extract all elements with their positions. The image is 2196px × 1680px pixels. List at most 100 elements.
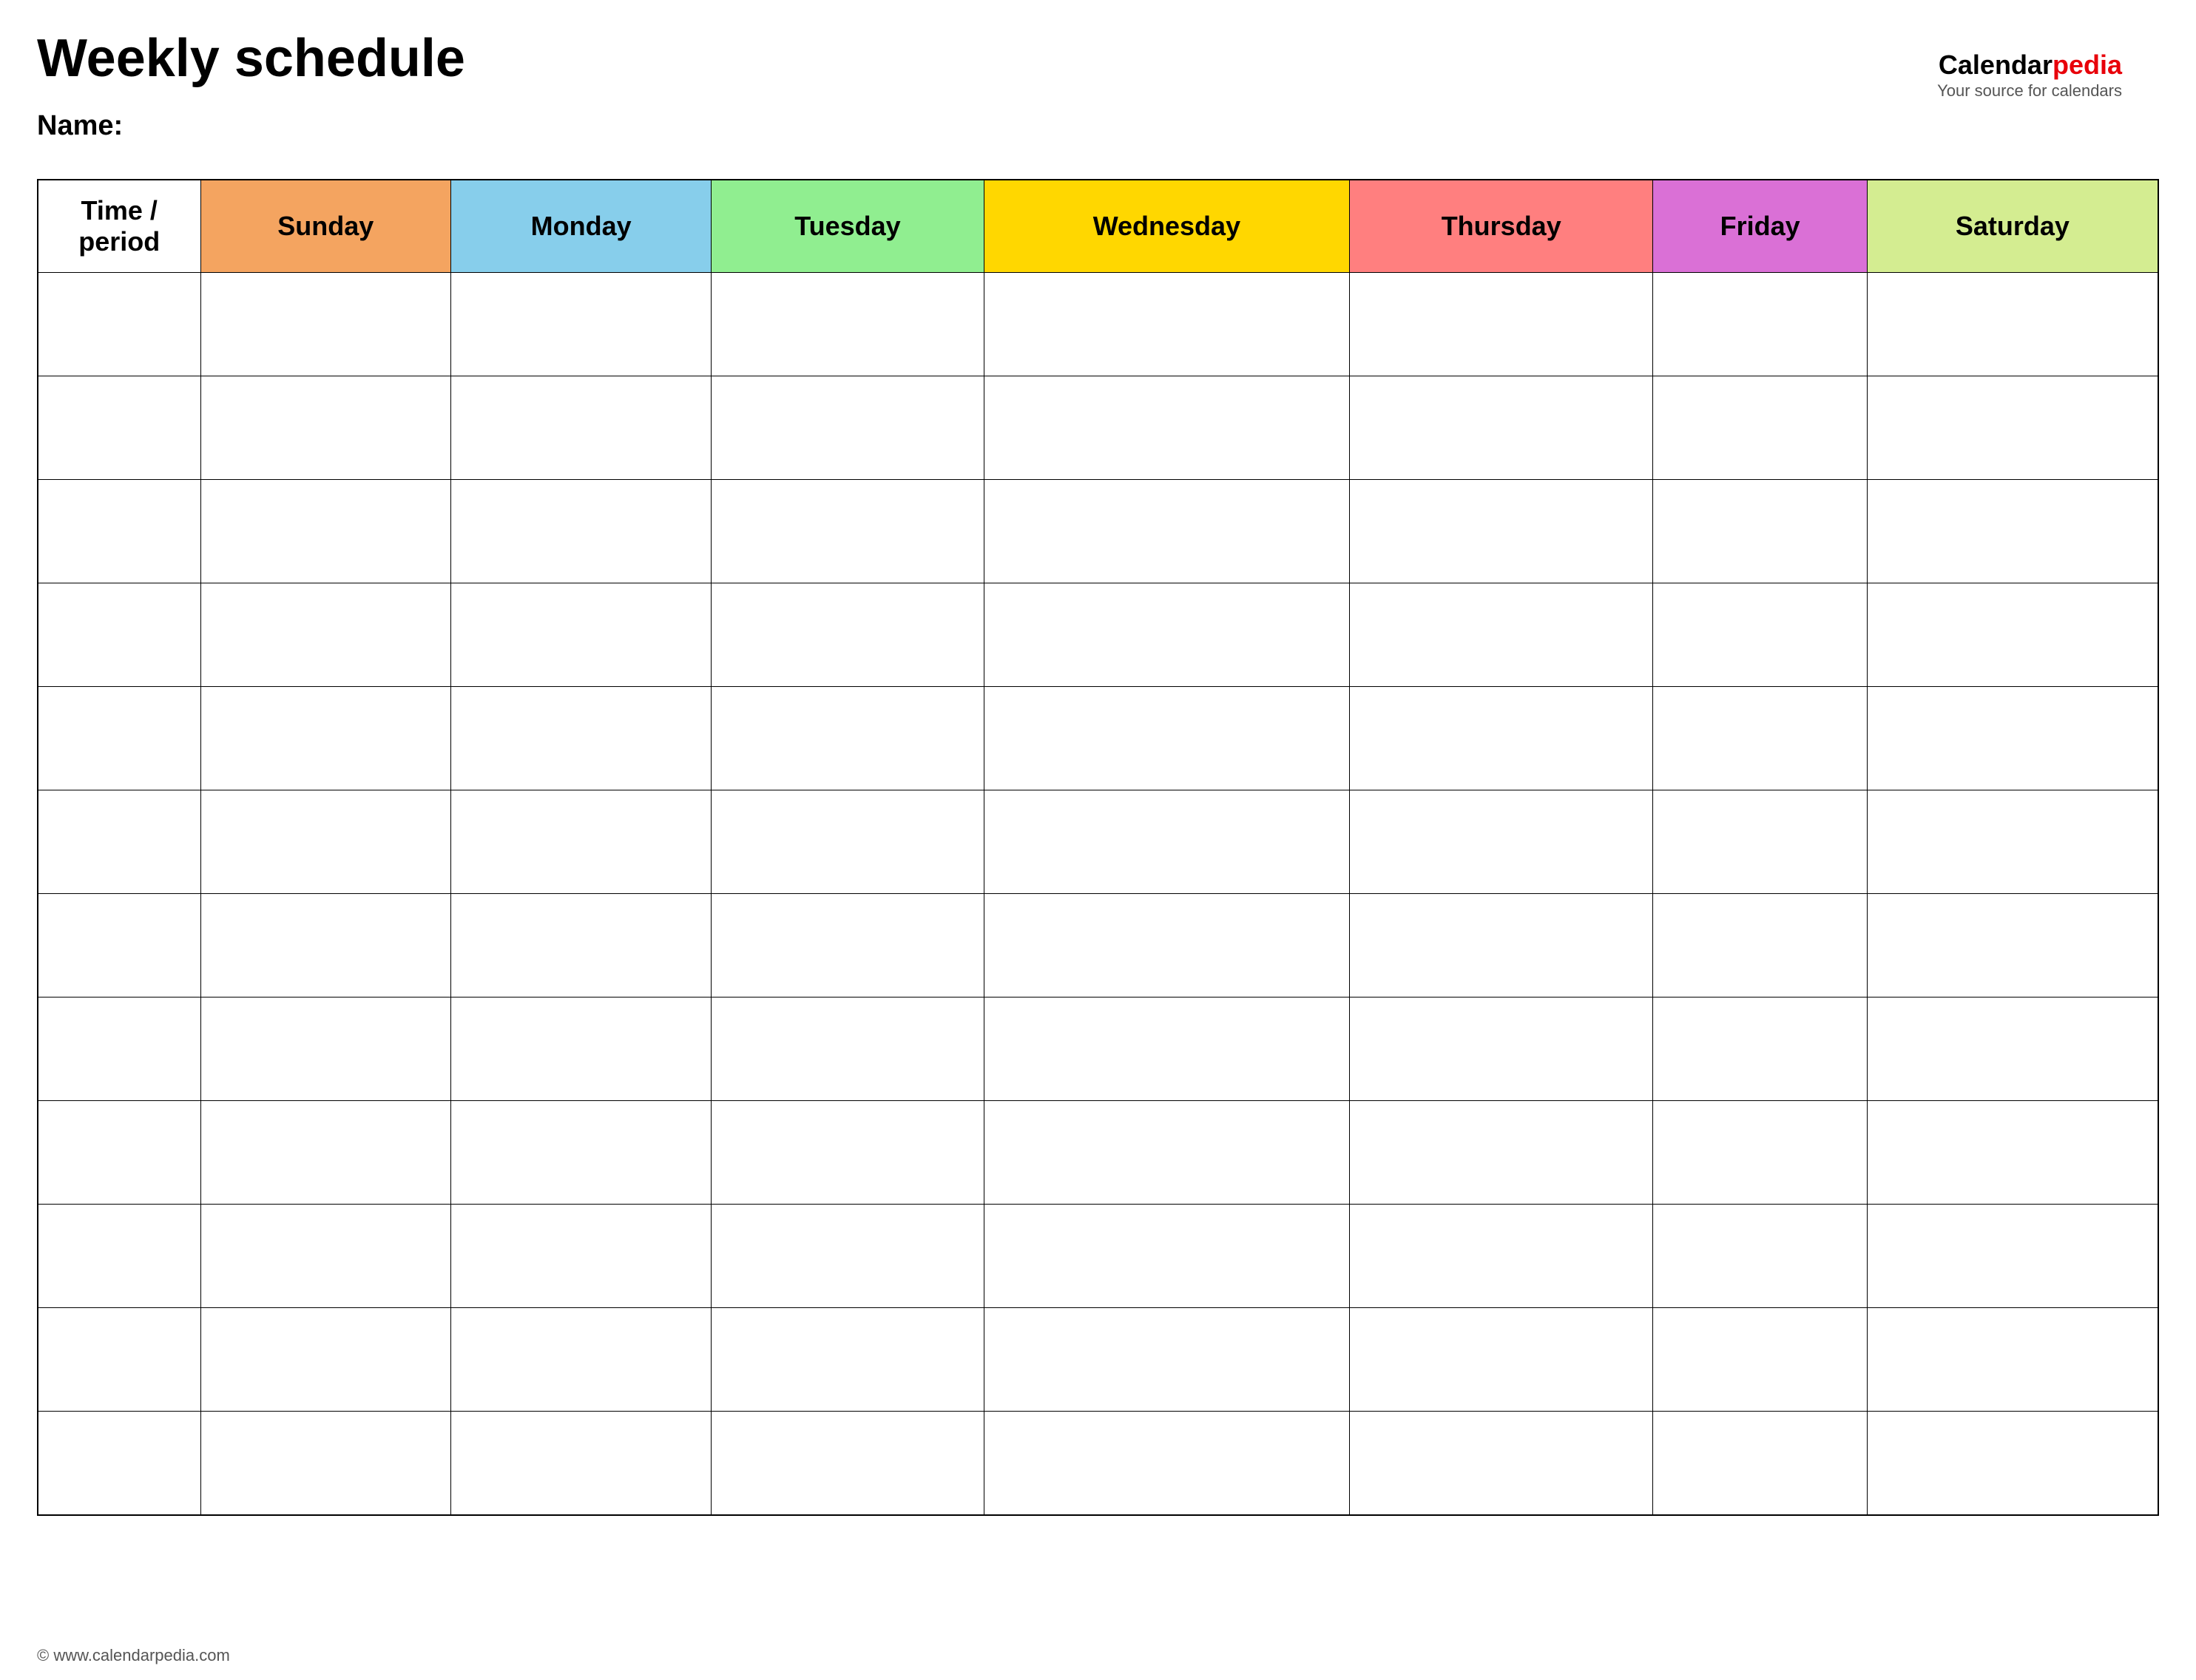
wednesday-cell[interactable] [984,1205,1349,1308]
friday-cell[interactable] [1653,273,1867,376]
sunday-cell[interactable] [200,1308,451,1412]
time-cell[interactable] [38,790,200,894]
monday-cell[interactable] [451,1101,712,1205]
friday-cell[interactable] [1653,1412,1867,1515]
tuesday-cell[interactable] [712,583,984,687]
monday-cell[interactable] [451,583,712,687]
wednesday-cell[interactable] [984,480,1349,583]
monday-cell[interactable] [451,1308,712,1412]
sunday-cell[interactable] [200,376,451,480]
time-cell[interactable] [38,1412,200,1515]
thursday-cell[interactable] [1350,894,1653,998]
thursday-cell[interactable] [1350,376,1653,480]
thursday-cell[interactable] [1350,480,1653,583]
friday-cell[interactable] [1653,376,1867,480]
sunday-cell[interactable] [200,1412,451,1515]
sunday-cell[interactable] [200,1205,451,1308]
saturday-cell[interactable] [1867,998,2158,1101]
sunday-cell[interactable] [200,1101,451,1205]
tuesday-cell[interactable] [712,998,984,1101]
saturday-cell[interactable] [1867,1412,2158,1515]
table-row [38,790,2158,894]
logo-brand-part2: pedia [2053,50,2122,80]
wednesday-cell[interactable] [984,1101,1349,1205]
tuesday-cell[interactable] [712,687,984,790]
sunday-cell[interactable] [200,583,451,687]
monday-cell[interactable] [451,998,712,1101]
time-cell[interactable] [38,273,200,376]
wednesday-cell[interactable] [984,894,1349,998]
thursday-cell[interactable] [1350,1308,1653,1412]
friday-cell[interactable] [1653,790,1867,894]
monday-cell[interactable] [451,687,712,790]
monday-cell[interactable] [451,480,712,583]
monday-cell[interactable] [451,894,712,998]
wednesday-cell[interactable] [984,998,1349,1101]
saturday-cell[interactable] [1867,687,2158,790]
tuesday-cell[interactable] [712,1101,984,1205]
sunday-cell[interactable] [200,687,451,790]
friday-cell[interactable] [1653,1205,1867,1308]
wednesday-cell[interactable] [984,583,1349,687]
thursday-cell[interactable] [1350,1412,1653,1515]
time-cell[interactable] [38,998,200,1101]
saturday-cell[interactable] [1867,273,2158,376]
wednesday-cell[interactable] [984,790,1349,894]
friday-cell[interactable] [1653,1308,1867,1412]
sunday-cell[interactable] [200,480,451,583]
time-cell[interactable] [38,687,200,790]
sunday-cell[interactable] [200,998,451,1101]
saturday-cell[interactable] [1867,790,2158,894]
time-cell[interactable] [38,894,200,998]
thursday-cell[interactable] [1350,687,1653,790]
sunday-cell[interactable] [200,790,451,894]
friday-cell[interactable] [1653,1101,1867,1205]
saturday-cell[interactable] [1867,583,2158,687]
time-cell[interactable] [38,480,200,583]
saturday-cell[interactable] [1867,1101,2158,1205]
monday-cell[interactable] [451,273,712,376]
friday-cell[interactable] [1653,583,1867,687]
wednesday-cell[interactable] [984,687,1349,790]
thursday-cell[interactable] [1350,790,1653,894]
sunday-cell[interactable] [200,273,451,376]
thursday-cell[interactable] [1350,1205,1653,1308]
tuesday-cell[interactable] [712,1308,984,1412]
friday-cell[interactable] [1653,894,1867,998]
tuesday-cell[interactable] [712,790,984,894]
thursday-cell[interactable] [1350,583,1653,687]
tuesday-cell[interactable] [712,273,984,376]
monday-cell[interactable] [451,376,712,480]
sunday-cell[interactable] [200,894,451,998]
wednesday-cell[interactable] [984,273,1349,376]
wednesday-cell[interactable] [984,1412,1349,1515]
saturday-cell[interactable] [1867,1205,2158,1308]
monday-cell[interactable] [451,1205,712,1308]
thursday-cell[interactable] [1350,1101,1653,1205]
friday-cell[interactable] [1653,687,1867,790]
tuesday-cell[interactable] [712,480,984,583]
monday-cell[interactable] [451,790,712,894]
tuesday-cell[interactable] [712,376,984,480]
tuesday-cell[interactable] [712,1205,984,1308]
wednesday-cell[interactable] [984,376,1349,480]
saturday-cell[interactable] [1867,480,2158,583]
time-cell[interactable] [38,1101,200,1205]
saturday-cell[interactable] [1867,1308,2158,1412]
tuesday-cell[interactable] [712,894,984,998]
monday-cell[interactable] [451,1412,712,1515]
friday-cell[interactable] [1653,998,1867,1101]
logo-brand: Calendarpedia [1937,52,2122,78]
thursday-cell[interactable] [1350,998,1653,1101]
friday-cell[interactable] [1653,480,1867,583]
time-cell[interactable] [38,1308,200,1412]
saturday-cell[interactable] [1867,894,2158,998]
saturday-cell[interactable] [1867,376,2158,480]
tuesday-cell[interactable] [712,1412,984,1515]
time-cell[interactable] [38,583,200,687]
thursday-cell[interactable] [1350,273,1653,376]
time-cell[interactable] [38,1205,200,1308]
time-cell[interactable] [38,376,200,480]
table-row [38,1308,2158,1412]
wednesday-cell[interactable] [984,1308,1349,1412]
